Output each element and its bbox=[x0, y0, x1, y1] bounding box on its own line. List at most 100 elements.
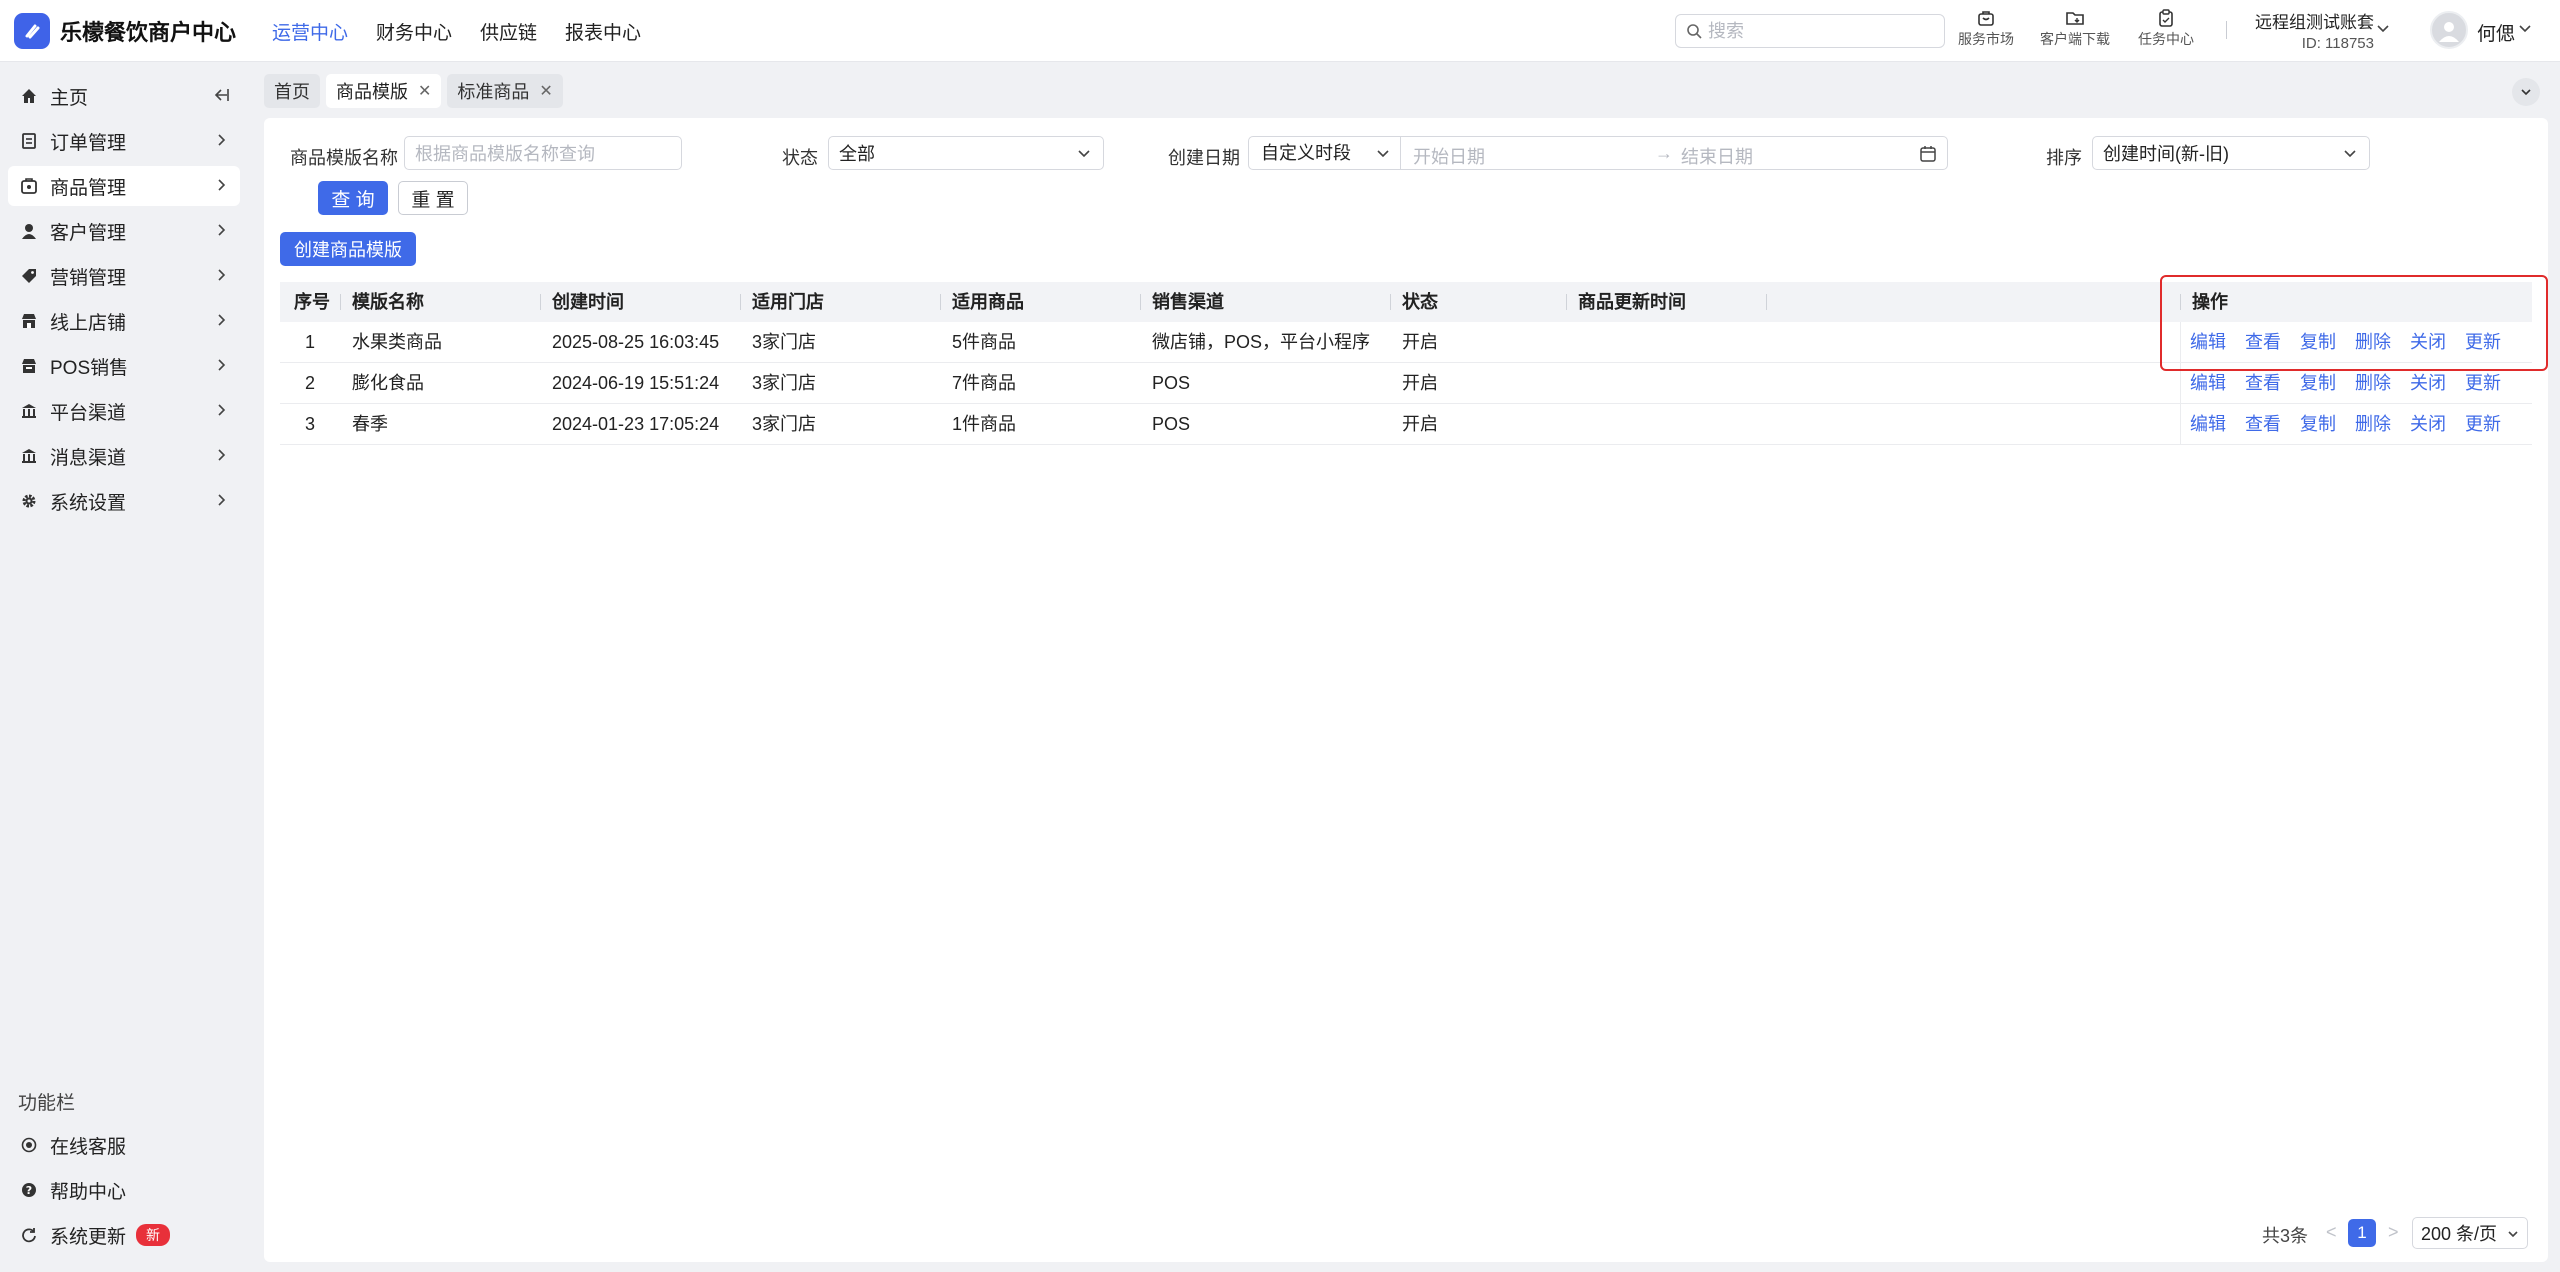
end-date-input[interactable]: 结束日期 bbox=[1681, 143, 1753, 169]
sidebar-item-home[interactable]: 主页 bbox=[8, 76, 240, 116]
calendar-icon[interactable] bbox=[1919, 145, 1937, 163]
header-divider bbox=[2226, 21, 2227, 39]
cell-created-time: 2025-08-25 16:03:45 bbox=[552, 332, 720, 352]
client-download-button[interactable]: 客户端下载 bbox=[2040, 8, 2110, 49]
sidebar-item-help-center[interactable]: ? 帮助中心 bbox=[8, 1170, 240, 1210]
pagination-prev-button[interactable]: < bbox=[2326, 1222, 2337, 1243]
close-icon[interactable]: ✕ bbox=[539, 81, 552, 101]
copy-link[interactable]: 复制 bbox=[2300, 404, 2336, 444]
chevron-right-icon bbox=[218, 224, 226, 236]
chevron-down-icon[interactable] bbox=[2518, 22, 2532, 36]
tab-home[interactable]: 首页 bbox=[264, 74, 320, 108]
chevron-right-icon bbox=[218, 179, 226, 191]
service-market-button[interactable]: 服务市场 bbox=[1958, 8, 2014, 49]
sidebar-item-label: 系统更新 bbox=[50, 1226, 127, 1248]
column-status: 状态 bbox=[1402, 292, 1438, 312]
sidebar-item-platform-channels[interactable]: 平台渠道 bbox=[8, 391, 240, 431]
close-icon[interactable]: ✕ bbox=[418, 81, 431, 101]
search-input[interactable] bbox=[1708, 20, 1928, 42]
status-select[interactable]: 全部 bbox=[828, 136, 1104, 170]
search-box[interactable] bbox=[1675, 14, 1945, 48]
topnav-finance[interactable]: 财务中心 bbox=[376, 18, 452, 45]
edit-link[interactable]: 编辑 bbox=[2190, 404, 2226, 444]
date-type-select[interactable]: 自定义时段 bbox=[1249, 137, 1401, 169]
column-created-time: 创建时间 bbox=[552, 292, 624, 312]
tab-product-templates[interactable]: 商品模版 ✕ bbox=[326, 74, 442, 108]
brand[interactable]: 乐檬餐饮商户中心 bbox=[14, 13, 236, 49]
topnav-reports[interactable]: 报表中心 bbox=[565, 18, 641, 45]
sidebar-item-label: 帮助中心 bbox=[50, 1181, 127, 1203]
table-row: 3 春季 2024-01-23 17:05:24 3家门店 1件商品 POS 开… bbox=[280, 404, 2532, 445]
avatar[interactable] bbox=[2430, 11, 2468, 49]
sidebar-item-pos-sales[interactable]: POS销售 bbox=[8, 346, 240, 386]
svg-text:?: ? bbox=[26, 1184, 32, 1197]
chevron-down-icon bbox=[2508, 1231, 2518, 1238]
cell-status: 开启 bbox=[1402, 414, 1438, 434]
tabs-menu-button[interactable] bbox=[2512, 78, 2540, 106]
topnav-operations[interactable]: 运营中心 bbox=[272, 18, 348, 45]
sort-select-value: 创建时间(新-旧) bbox=[2103, 144, 2229, 164]
cell-stores: 3家门店 bbox=[752, 373, 817, 393]
delete-link[interactable]: 删除 bbox=[2355, 404, 2391, 444]
account-switcher[interactable]: 远程组测试账套 ID: 118753 bbox=[2254, 8, 2374, 52]
headset-icon bbox=[20, 1136, 38, 1154]
pagination-page-1[interactable]: 1 bbox=[2348, 1219, 2376, 1247]
sidebar-item-products[interactable]: 商品管理 bbox=[8, 166, 240, 206]
collapse-sidebar-icon[interactable] bbox=[212, 86, 230, 104]
chevron-right-icon bbox=[218, 494, 226, 506]
cell-sales-channels: 微店铺，POS，平台小程序 bbox=[1152, 332, 1371, 352]
pagination-next-button[interactable]: > bbox=[2388, 1222, 2399, 1243]
reset-button[interactable]: 重 置 bbox=[398, 181, 468, 215]
start-date-input[interactable]: 开始日期 bbox=[1413, 143, 1485, 169]
column-divider bbox=[340, 294, 341, 310]
sidebar-item-customers[interactable]: 客户管理 bbox=[8, 211, 240, 251]
sidebar-item-message-channels[interactable]: 消息渠道 bbox=[8, 436, 240, 476]
pos-icon bbox=[20, 357, 38, 375]
query-button[interactable]: 查 询 bbox=[318, 181, 388, 215]
page-size-select[interactable]: 200 条/页 bbox=[2412, 1217, 2528, 1249]
shop-icon bbox=[20, 312, 38, 330]
cell-created-time: 2024-06-19 15:51:24 bbox=[552, 373, 720, 393]
user-name[interactable]: 何偲 bbox=[2477, 19, 2515, 46]
sidebar-item-online-store[interactable]: 线上店铺 bbox=[8, 301, 240, 341]
chevron-down-icon[interactable] bbox=[2376, 22, 2390, 36]
topnav-supply-chain[interactable]: 供应链 bbox=[480, 18, 537, 45]
sidebar-item-label: 主页 bbox=[50, 87, 89, 109]
sidebar-item-label: 商品管理 bbox=[50, 177, 127, 199]
sidebar-item-system-settings[interactable]: 系统设置 bbox=[8, 481, 240, 521]
sidebar-item-marketing[interactable]: 营销管理 bbox=[8, 256, 240, 296]
help-icon: ? bbox=[20, 1181, 38, 1199]
page-size-value: 200 条/页 bbox=[2421, 1224, 2498, 1244]
top-header: 乐檬餐饮商户中心 运营中心 财务中心 供应链 报表中心 服务市场 客户端下载 任… bbox=[0, 0, 2560, 62]
bank-icon bbox=[20, 402, 38, 420]
task-center-button[interactable]: 任务中心 bbox=[2138, 8, 2194, 49]
user-avatar-icon bbox=[2439, 22, 2459, 42]
task-center-label: 任务中心 bbox=[2138, 31, 2194, 47]
date-range-picker[interactable]: 自定义时段 开始日期 → 结束日期 bbox=[1248, 136, 1948, 170]
sort-label: 排序 bbox=[2046, 148, 2082, 168]
cell-index: 1 bbox=[304, 332, 315, 352]
close-link[interactable]: 关闭 bbox=[2410, 404, 2446, 444]
tag-icon bbox=[20, 267, 38, 285]
brand-logo-icon bbox=[14, 13, 50, 49]
sort-select[interactable]: 创建时间(新-旧) bbox=[2092, 136, 2370, 170]
sidebar-item-system-update[interactable]: 系统更新 新 bbox=[8, 1215, 240, 1255]
sidebar-item-orders[interactable]: 订单管理 bbox=[8, 121, 240, 161]
gear-icon bbox=[20, 492, 38, 510]
page-tabs: 首页 商品模版 ✕ 标准商品 ✕ bbox=[264, 74, 563, 108]
cell-stores: 3家门店 bbox=[752, 332, 817, 352]
template-name-input[interactable]: 根据商品模版名称查询 bbox=[404, 136, 682, 170]
sidebar-item-online-support[interactable]: 在线客服 bbox=[8, 1125, 240, 1165]
column-sales-channels: 销售渠道 bbox=[1152, 292, 1224, 312]
column-divider bbox=[1140, 294, 1141, 310]
new-badge: 新 bbox=[136, 1224, 171, 1246]
create-template-button[interactable]: 创建商品模版 bbox=[280, 232, 416, 266]
update-link[interactable]: 更新 bbox=[2465, 404, 2501, 444]
template-name-placeholder: 根据商品模版名称查询 bbox=[415, 144, 595, 164]
column-divider bbox=[1766, 294, 1767, 310]
chevron-down-icon bbox=[2521, 89, 2531, 96]
tab-standard-products[interactable]: 标准商品 ✕ bbox=[447, 74, 563, 108]
product-icon bbox=[20, 177, 38, 195]
column-product-updated: 商品更新时间 bbox=[1578, 292, 1686, 312]
view-link[interactable]: 查看 bbox=[2245, 404, 2281, 444]
